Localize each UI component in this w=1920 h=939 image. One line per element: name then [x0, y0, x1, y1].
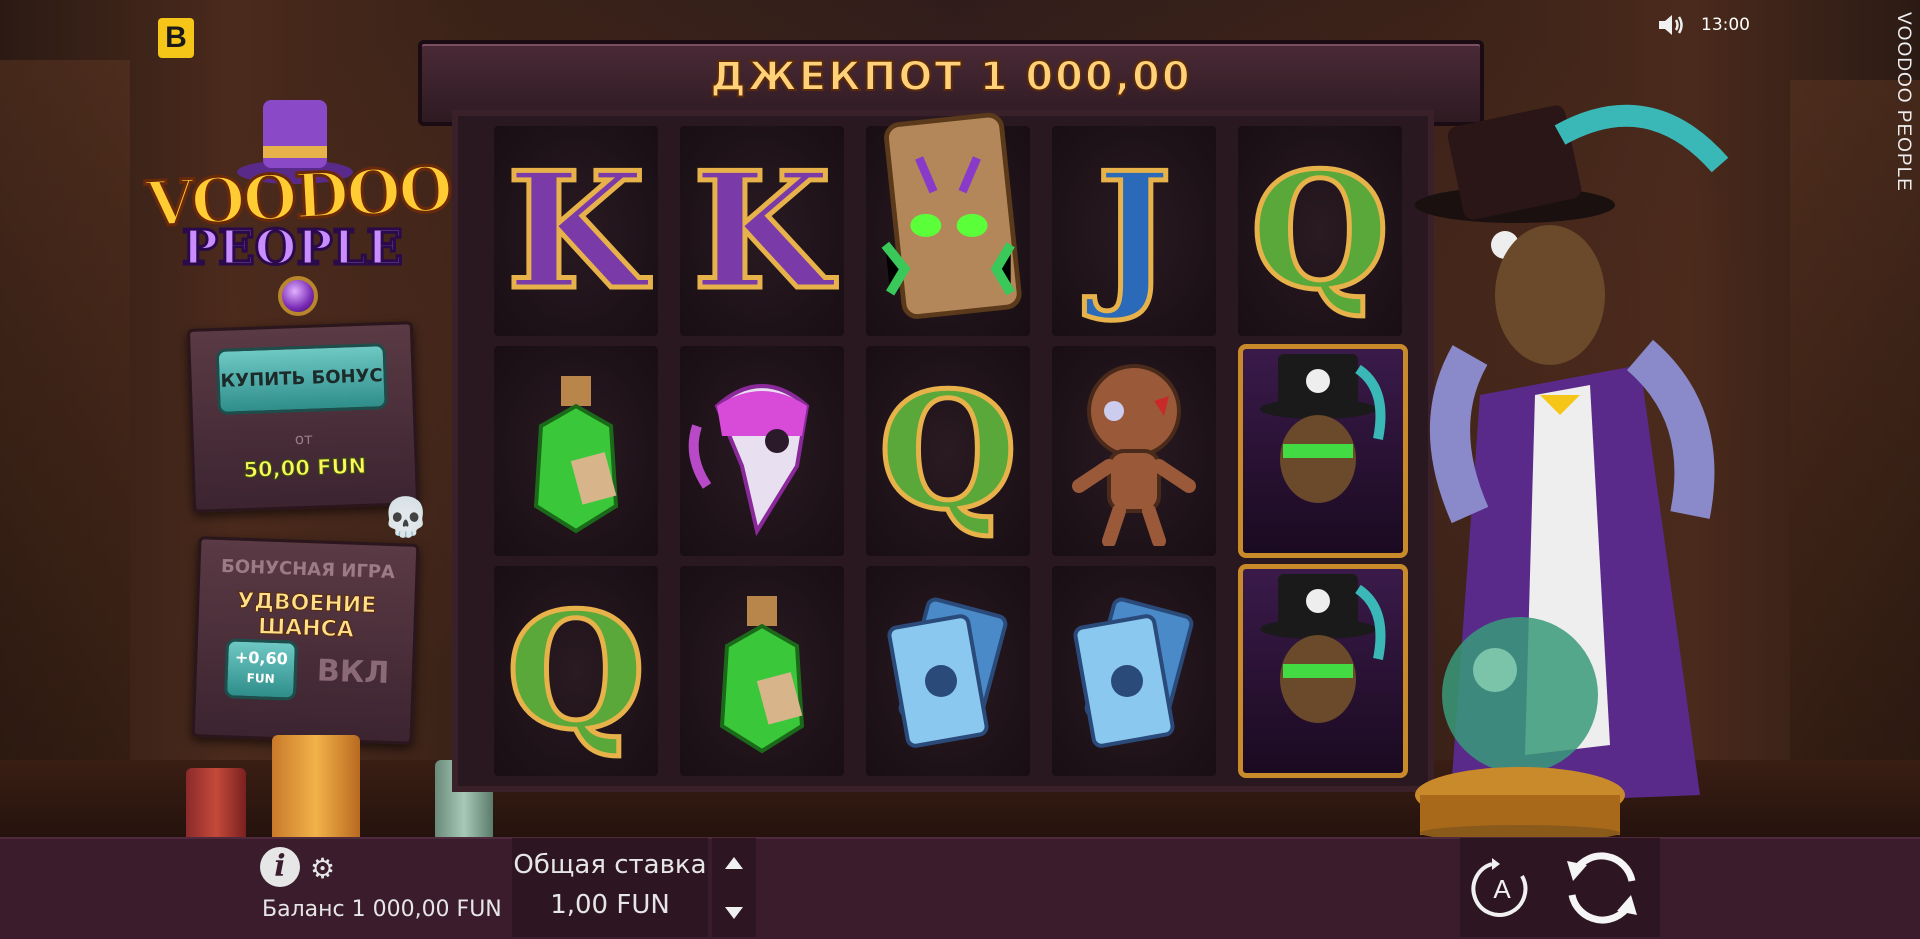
candle-red — [186, 768, 246, 837]
bonus-game-name: УДВОЕНИЕ ШАНСА — [236, 588, 377, 643]
brand-logo: B — [158, 18, 194, 58]
bonus-game-title: БОНУСНАЯ ИГРА — [220, 556, 396, 584]
bird-skull-mask-icon — [688, 384, 810, 537]
bonus-cost-value: +0,60 — [234, 647, 289, 669]
status-area: 13:00 — [1657, 12, 1750, 38]
symbol-q: Q — [504, 577, 648, 765]
buy-bonus-button[interactable]: КУПИТЬ БОНУС — [215, 343, 388, 415]
reel-cell: Q — [494, 566, 658, 776]
bonus-game-sign: БОНУСНАЯ ИГРА УДВОЕНИЕ ШАНСА +0,60 FUN В… — [191, 536, 420, 745]
clock: 13:00 — [1701, 15, 1750, 35]
symbol-j: J — [1094, 137, 1175, 325]
reel-grid: K Q K Q J Q — [452, 110, 1434, 792]
bet-value: 1,00 FUN — [550, 890, 670, 920]
buy-bonus-sign: КУПИТЬ БОНУС от 50,00 FUN — [186, 321, 420, 513]
balance-label: Баланс 1 000,00 FUN — [262, 897, 502, 922]
game-title-vertical: VOODOO PEOPLE — [1893, 12, 1914, 192]
buy-bonus-from: от — [294, 429, 314, 449]
background-shelf-left — [0, 60, 130, 760]
reel-cell: J — [1052, 126, 1216, 336]
blue-cards-icon — [1073, 597, 1194, 748]
candle-orange — [272, 735, 360, 837]
skull-ornament-icon: 💀 — [382, 495, 430, 539]
arrow-down-icon — [725, 906, 743, 919]
reel-cell: K — [494, 126, 658, 336]
info-icon[interactable]: i — [260, 847, 300, 887]
reel-cell — [866, 566, 1030, 776]
arrow-up-icon — [725, 856, 743, 869]
reel-cell — [1052, 346, 1216, 556]
reel-cell — [680, 346, 844, 556]
buy-bonus-price: 50,00 FUN — [243, 453, 367, 483]
potion-icon — [719, 596, 805, 754]
jackpot-text: ДЖЕКПОТ 1 000,00 — [709, 53, 1192, 101]
symbol-k: K — [690, 137, 834, 325]
voodoo-man-icon — [1260, 574, 1386, 723]
voodoo-man-symbol — [1238, 564, 1408, 778]
speaker-icon[interactable] — [1657, 12, 1687, 38]
bonus-toggle[interactable]: ВКЛ — [316, 653, 389, 691]
spin-button[interactable] — [1544, 838, 1660, 937]
reel-cell: Q — [1238, 126, 1402, 336]
gear-icon[interactable]: ⚙ — [310, 852, 335, 885]
crystal-ball-icon — [1415, 617, 1625, 837]
autoplay-letter: A — [1493, 874, 1511, 904]
bet-increase-button[interactable] — [712, 838, 756, 887]
reel-cell — [1052, 566, 1216, 776]
blue-cards-icon — [887, 597, 1008, 748]
spin-icon — [1567, 851, 1637, 924]
game-logo: VOODOO PEOPLE — [140, 90, 454, 320]
gem-icon — [278, 276, 318, 316]
symbol-q: Q — [1248, 137, 1392, 325]
bonus-cost-button[interactable]: +0,60 FUN — [223, 638, 298, 701]
tiki-mask-icon — [881, 112, 1022, 319]
reel-cell: K — [680, 126, 844, 336]
bet-decrease-button[interactable] — [712, 888, 756, 937]
potion-icon — [533, 376, 619, 534]
bet-title: Общая ставка — [513, 850, 707, 880]
voodoo-doll-icon — [1072, 364, 1196, 546]
reel-cell — [494, 346, 658, 556]
bonus-cost-unit: FUN — [246, 670, 275, 686]
autoplay-button[interactable]: A — [1460, 838, 1544, 937]
reel-cell — [866, 112, 1030, 336]
reel-cell: Q — [866, 346, 1030, 556]
voodoo-man-icon — [1260, 354, 1386, 503]
bet-panel: Общая ставка 1,00 FUN — [512, 838, 708, 937]
bet-adjust — [712, 838, 756, 937]
voodoo-man-symbol — [1238, 344, 1408, 558]
game-scene: B 13:00 VOODOO PEOPLE VOODOO PEOPLE КУПИ… — [0, 0, 1920, 837]
reel-cell — [680, 566, 844, 776]
symbol-q: Q — [876, 357, 1020, 545]
logo-word-people: PEOPLE — [181, 219, 405, 278]
symbol-k: K — [504, 137, 648, 325]
autoplay-icon: A — [1471, 857, 1528, 917]
